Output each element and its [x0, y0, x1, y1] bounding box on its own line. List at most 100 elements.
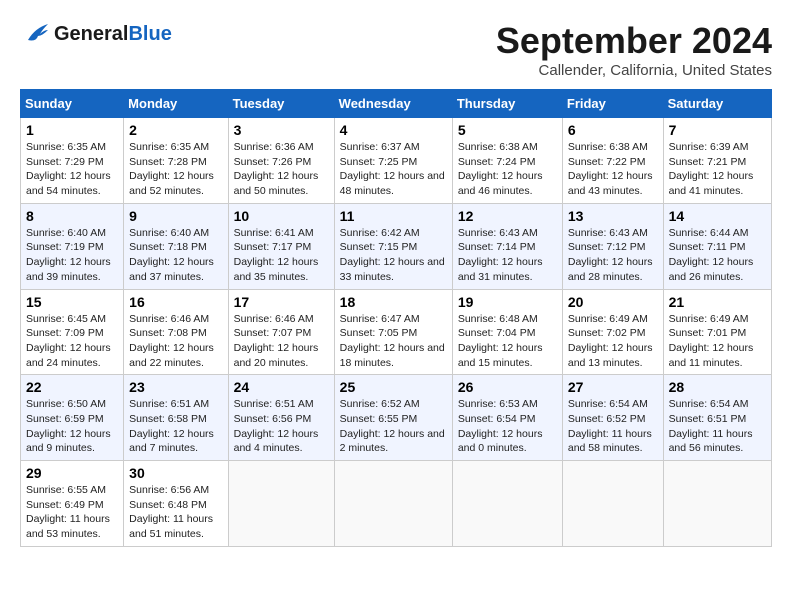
cell-day-number: 18 — [340, 294, 447, 310]
weekday-header: Wednesday — [334, 90, 452, 118]
calendar-cell — [663, 461, 771, 547]
calendar-cell: 5 Sunrise: 6:38 AM Sunset: 7:24 PM Dayli… — [452, 118, 562, 204]
cell-day-number: 22 — [26, 379, 118, 395]
title-section: September 2024 Callender, California, Un… — [496, 20, 772, 79]
calendar-cell: 24 Sunrise: 6:51 AM Sunset: 6:56 PM Dayl… — [228, 375, 334, 461]
cell-day-number: 29 — [26, 465, 118, 481]
calendar-cell: 19 Sunrise: 6:48 AM Sunset: 7:04 PM Dayl… — [452, 289, 562, 375]
cell-day-number: 6 — [568, 122, 658, 138]
cell-day-number: 9 — [129, 208, 222, 224]
cell-day-number: 15 — [26, 294, 118, 310]
cell-info: Sunrise: 6:43 AM Sunset: 7:14 PM Dayligh… — [458, 226, 557, 285]
cell-day-number: 25 — [340, 379, 447, 395]
cell-info: Sunrise: 6:51 AM Sunset: 6:58 PM Dayligh… — [129, 397, 222, 456]
calendar-cell: 3 Sunrise: 6:36 AM Sunset: 7:26 PM Dayli… — [228, 118, 334, 204]
cell-day-number: 30 — [129, 465, 222, 481]
calendar-cell: 29 Sunrise: 6:55 AM Sunset: 6:49 PM Dayl… — [21, 461, 124, 547]
cell-info: Sunrise: 6:43 AM Sunset: 7:12 PM Dayligh… — [568, 226, 658, 285]
weekday-header: Friday — [562, 90, 663, 118]
calendar-cell: 11 Sunrise: 6:42 AM Sunset: 7:15 PM Dayl… — [334, 203, 452, 289]
calendar-cell: 8 Sunrise: 6:40 AM Sunset: 7:19 PM Dayli… — [21, 203, 124, 289]
weekday-header: Saturday — [663, 90, 771, 118]
logo-text: GeneralBlue — [54, 23, 172, 46]
cell-day-number: 16 — [129, 294, 222, 310]
calendar-cell: 9 Sunrise: 6:40 AM Sunset: 7:18 PM Dayli… — [124, 203, 228, 289]
cell-info: Sunrise: 6:53 AM Sunset: 6:54 PM Dayligh… — [458, 397, 557, 456]
weekday-header-row: SundayMondayTuesdayWednesdayThursdayFrid… — [21, 90, 772, 118]
weekday-header: Tuesday — [228, 90, 334, 118]
cell-info: Sunrise: 6:49 AM Sunset: 7:01 PM Dayligh… — [669, 312, 766, 371]
cell-day-number: 17 — [234, 294, 329, 310]
calendar-cell — [562, 461, 663, 547]
cell-day-number: 12 — [458, 208, 557, 224]
cell-day-number: 4 — [340, 122, 447, 138]
cell-info: Sunrise: 6:42 AM Sunset: 7:15 PM Dayligh… — [340, 226, 447, 285]
cell-info: Sunrise: 6:35 AM Sunset: 7:29 PM Dayligh… — [26, 140, 118, 199]
calendar-cell: 27 Sunrise: 6:54 AM Sunset: 6:52 PM Dayl… — [562, 375, 663, 461]
cell-info: Sunrise: 6:38 AM Sunset: 7:24 PM Dayligh… — [458, 140, 557, 199]
calendar-cell — [334, 461, 452, 547]
cell-day-number: 11 — [340, 208, 447, 224]
cell-day-number: 20 — [568, 294, 658, 310]
location-title: Callender, California, United States — [496, 62, 772, 79]
cell-info: Sunrise: 6:44 AM Sunset: 7:11 PM Dayligh… — [669, 226, 766, 285]
calendar-cell: 6 Sunrise: 6:38 AM Sunset: 7:22 PM Dayli… — [562, 118, 663, 204]
calendar-cell: 26 Sunrise: 6:53 AM Sunset: 6:54 PM Dayl… — [452, 375, 562, 461]
cell-info: Sunrise: 6:39 AM Sunset: 7:21 PM Dayligh… — [669, 140, 766, 199]
calendar-week-row: 29 Sunrise: 6:55 AM Sunset: 6:49 PM Dayl… — [21, 461, 772, 547]
cell-day-number: 13 — [568, 208, 658, 224]
calendar-week-row: 22 Sunrise: 6:50 AM Sunset: 6:59 PM Dayl… — [21, 375, 772, 461]
cell-day-number: 2 — [129, 122, 222, 138]
cell-info: Sunrise: 6:51 AM Sunset: 6:56 PM Dayligh… — [234, 397, 329, 456]
calendar-cell — [452, 461, 562, 547]
cell-info: Sunrise: 6:56 AM Sunset: 6:48 PM Dayligh… — [129, 483, 222, 542]
cell-info: Sunrise: 6:37 AM Sunset: 7:25 PM Dayligh… — [340, 140, 447, 199]
calendar-cell: 30 Sunrise: 6:56 AM Sunset: 6:48 PM Dayl… — [124, 461, 228, 547]
cell-day-number: 26 — [458, 379, 557, 395]
cell-info: Sunrise: 6:49 AM Sunset: 7:02 PM Dayligh… — [568, 312, 658, 371]
cell-day-number: 8 — [26, 208, 118, 224]
calendar-week-row: 1 Sunrise: 6:35 AM Sunset: 7:29 PM Dayli… — [21, 118, 772, 204]
calendar-cell: 2 Sunrise: 6:35 AM Sunset: 7:28 PM Dayli… — [124, 118, 228, 204]
cell-day-number: 10 — [234, 208, 329, 224]
cell-info: Sunrise: 6:41 AM Sunset: 7:17 PM Dayligh… — [234, 226, 329, 285]
weekday-header: Monday — [124, 90, 228, 118]
cell-info: Sunrise: 6:46 AM Sunset: 7:07 PM Dayligh… — [234, 312, 329, 371]
cell-day-number: 24 — [234, 379, 329, 395]
cell-info: Sunrise: 6:35 AM Sunset: 7:28 PM Dayligh… — [129, 140, 222, 199]
cell-info: Sunrise: 6:52 AM Sunset: 6:55 PM Dayligh… — [340, 397, 447, 456]
cell-day-number: 21 — [669, 294, 766, 310]
logo-bird-icon — [20, 20, 50, 48]
calendar-cell: 20 Sunrise: 6:49 AM Sunset: 7:02 PM Dayl… — [562, 289, 663, 375]
calendar-week-row: 15 Sunrise: 6:45 AM Sunset: 7:09 PM Dayl… — [21, 289, 772, 375]
cell-info: Sunrise: 6:36 AM Sunset: 7:26 PM Dayligh… — [234, 140, 329, 199]
calendar-cell: 1 Sunrise: 6:35 AM Sunset: 7:29 PM Dayli… — [21, 118, 124, 204]
calendar-table: SundayMondayTuesdayWednesdayThursdayFrid… — [20, 89, 772, 547]
cell-day-number: 27 — [568, 379, 658, 395]
calendar-cell: 18 Sunrise: 6:47 AM Sunset: 7:05 PM Dayl… — [334, 289, 452, 375]
calendar-cell: 28 Sunrise: 6:54 AM Sunset: 6:51 PM Dayl… — [663, 375, 771, 461]
calendar-cell: 25 Sunrise: 6:52 AM Sunset: 6:55 PM Dayl… — [334, 375, 452, 461]
logo: GeneralBlue — [20, 20, 172, 48]
cell-info: Sunrise: 6:50 AM Sunset: 6:59 PM Dayligh… — [26, 397, 118, 456]
calendar-cell: 16 Sunrise: 6:46 AM Sunset: 7:08 PM Dayl… — [124, 289, 228, 375]
cell-day-number: 28 — [669, 379, 766, 395]
cell-info: Sunrise: 6:40 AM Sunset: 7:19 PM Dayligh… — [26, 226, 118, 285]
cell-info: Sunrise: 6:38 AM Sunset: 7:22 PM Dayligh… — [568, 140, 658, 199]
cell-day-number: 23 — [129, 379, 222, 395]
cell-day-number: 5 — [458, 122, 557, 138]
cell-info: Sunrise: 6:45 AM Sunset: 7:09 PM Dayligh… — [26, 312, 118, 371]
cell-info: Sunrise: 6:40 AM Sunset: 7:18 PM Dayligh… — [129, 226, 222, 285]
cell-info: Sunrise: 6:54 AM Sunset: 6:52 PM Dayligh… — [568, 397, 658, 456]
calendar-cell: 23 Sunrise: 6:51 AM Sunset: 6:58 PM Dayl… — [124, 375, 228, 461]
cell-info: Sunrise: 6:47 AM Sunset: 7:05 PM Dayligh… — [340, 312, 447, 371]
calendar-cell: 7 Sunrise: 6:39 AM Sunset: 7:21 PM Dayli… — [663, 118, 771, 204]
cell-info: Sunrise: 6:46 AM Sunset: 7:08 PM Dayligh… — [129, 312, 222, 371]
cell-day-number: 1 — [26, 122, 118, 138]
calendar-cell: 21 Sunrise: 6:49 AM Sunset: 7:01 PM Dayl… — [663, 289, 771, 375]
page-header: GeneralBlue September 2024 Callender, Ca… — [20, 20, 772, 79]
cell-info: Sunrise: 6:55 AM Sunset: 6:49 PM Dayligh… — [26, 483, 118, 542]
calendar-cell: 4 Sunrise: 6:37 AM Sunset: 7:25 PM Dayli… — [334, 118, 452, 204]
calendar-cell: 13 Sunrise: 6:43 AM Sunset: 7:12 PM Dayl… — [562, 203, 663, 289]
weekday-header: Sunday — [21, 90, 124, 118]
